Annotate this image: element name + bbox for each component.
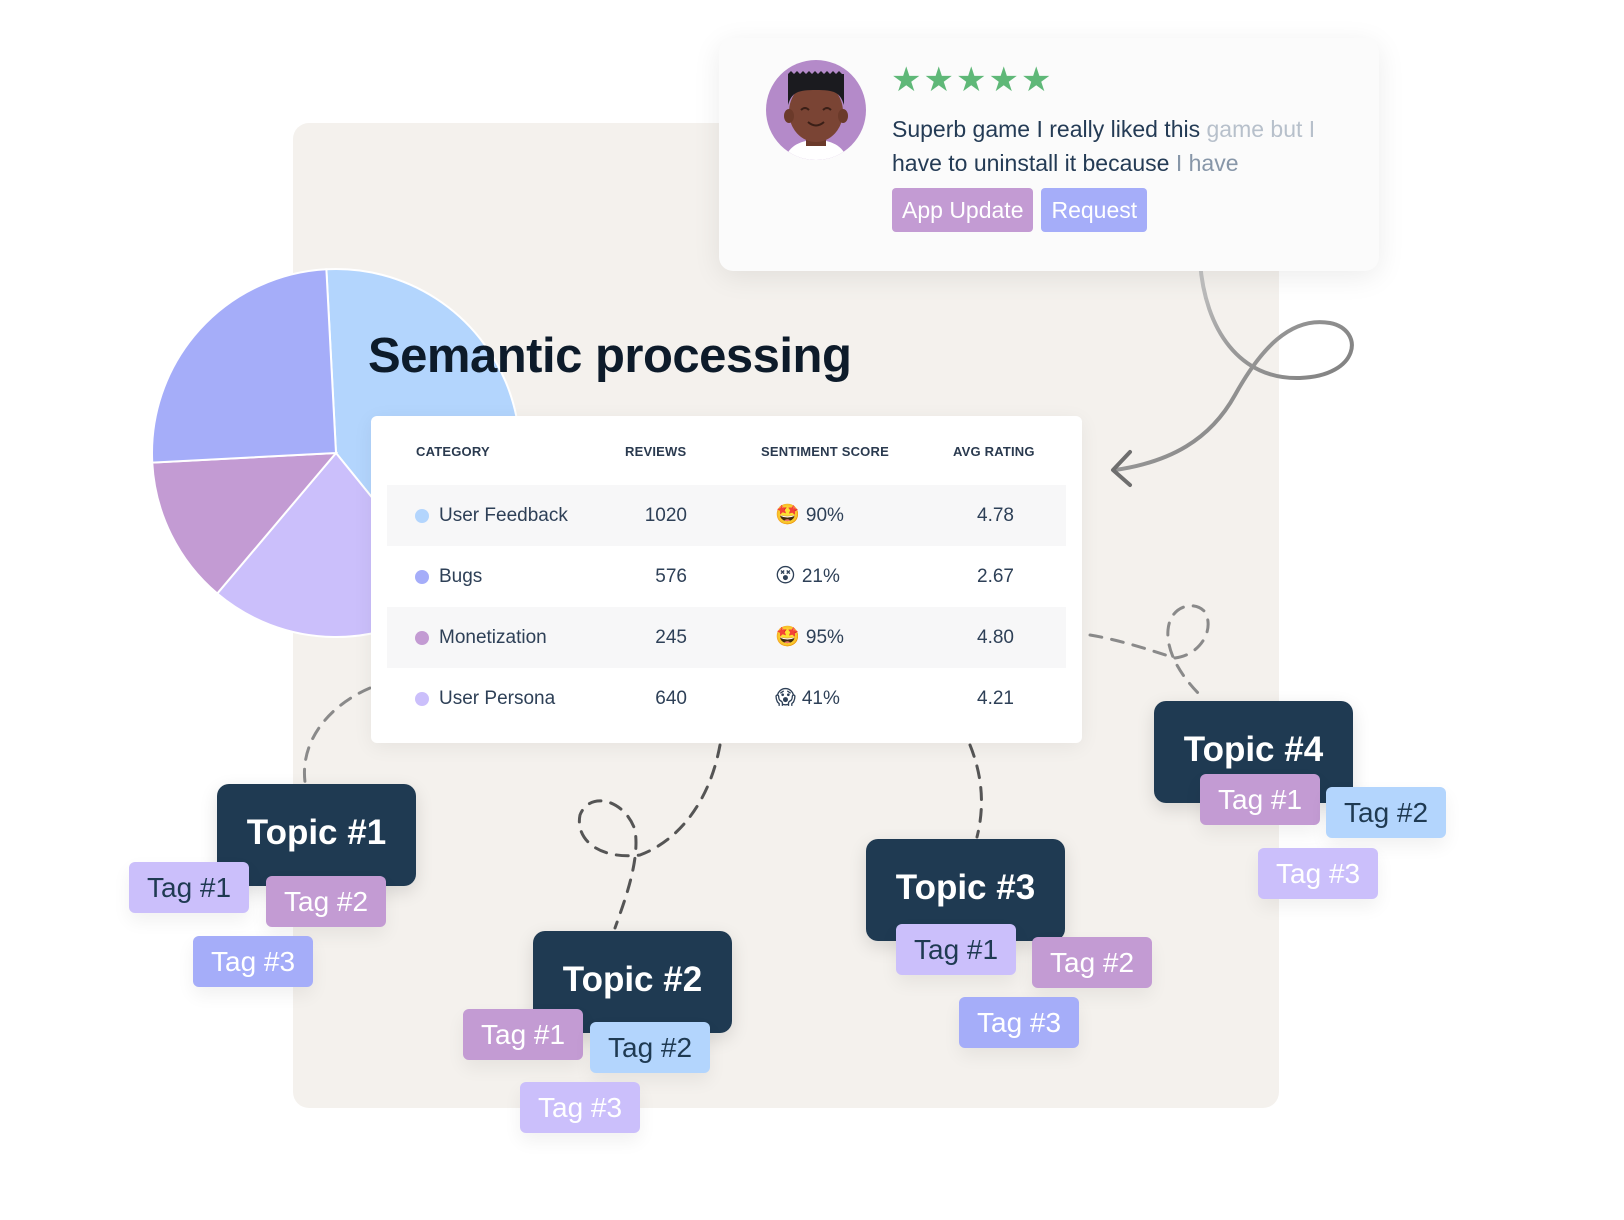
topic-2-tag-1[interactable]: Tag #1 [463,1009,584,1060]
topic-4-tag-1[interactable]: Tag #1 [1200,774,1321,825]
star-icon: ★ [1020,61,1052,99]
column-header-avg-rating: AVG RATING [953,444,1035,459]
sentiment-score: 🤩 95% [775,626,844,648]
category-color-dot [415,631,429,645]
tag-app-update[interactable]: App Update [892,188,1034,232]
category-name: User Feedback [439,505,568,526]
category-color-dot [415,570,429,584]
category-name: User Persona [439,688,556,709]
topic-1-tag-3[interactable]: Tag #3 [193,936,314,987]
star-icon: ★ [923,61,954,99]
sentiment-score: 😵 21% [775,565,840,587]
category-name: Bugs [439,566,483,587]
star-struck-emoji-icon: 🤩 [775,504,800,526]
review-text: Superb game I really liked this game but… [892,116,1316,176]
star-icon: ★ [988,61,1019,99]
topic-3-tag-1[interactable]: Tag #1 [896,924,1017,975]
star-icon: ★ [891,61,922,99]
table-header: CATEGORY REVIEWS SENTIMENT SCORE AVG RAT… [371,444,1082,466]
reviews-count: 1020 [644,505,687,526]
reviews-count: 576 [655,566,687,587]
avatar [766,60,866,160]
column-header-category: CATEGORY [416,444,490,459]
avg-rating: 2.67 [977,566,1014,587]
sentiment-score: 🤩 90% [775,504,844,526]
topic-1-tag-2[interactable]: Tag #2 [266,876,387,927]
star-rating: ★ ★ ★ ★ ★ [891,60,1051,100]
topic-3-tag-3[interactable]: Tag #3 [959,997,1080,1048]
pie-slice-bugs [151,268,338,464]
avg-rating: 4.80 [977,627,1014,648]
star-struck-emoji-icon: 🤩 [775,626,800,648]
table-row[interactable]: Monetization 245 🤩 95% 4.80 [387,607,1066,668]
topic-4-tag-3[interactable]: Tag #3 [1258,848,1379,899]
topic-1-tag-1[interactable]: Tag #1 [129,862,250,913]
category-name: Monetization [439,627,547,648]
table-row[interactable]: Bugs 576 😵 21% 2.67 [387,546,1066,607]
tag-request[interactable]: Request [1041,188,1148,232]
page-title: Semantic processing [368,329,852,383]
screaming-face-emoji-icon: 😱 [775,687,796,709]
topic-4-tag-2[interactable]: Tag #2 [1326,787,1447,838]
table-row[interactable]: User Feedback 1020 🤩 90% 4.78 [387,485,1066,546]
category-color-dot [415,692,429,706]
topic-2-tag-2[interactable]: Tag #2 [590,1022,711,1073]
topic-3-tag-2[interactable]: Tag #2 [1032,937,1153,988]
table-row[interactable]: User Persona 640 😱 41% 4.21 [387,668,1066,729]
review-card: ★ ★ ★ ★ ★ Superb game I really liked thi… [719,38,1379,271]
avg-rating: 4.21 [977,688,1014,709]
category-table: CATEGORY REVIEWS SENTIMENT SCORE AVG RAT… [371,416,1082,743]
avg-rating: 4.78 [977,505,1014,526]
sentiment-score: 😱 41% [775,687,840,709]
reviews-count: 245 [655,627,687,648]
review-tags: App Update Request [892,188,1148,232]
category-color-dot [415,509,429,523]
column-header-reviews: REVIEWS [625,444,687,459]
dizzy-face-emoji-icon: 😵 [775,565,796,587]
topic-2-tag-3[interactable]: Tag #3 [520,1082,641,1133]
reviews-count: 640 [655,688,687,709]
column-header-sentiment: SENTIMENT SCORE [761,444,889,459]
star-icon: ★ [955,61,987,99]
